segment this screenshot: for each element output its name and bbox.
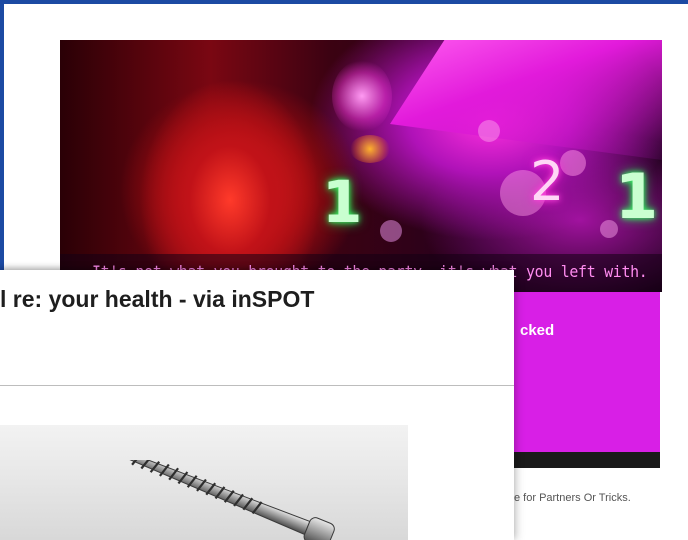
green-neon-sign: 1: [615, 160, 659, 233]
party-banner-image: 1 1 2 It's not what you brought to the p…: [60, 40, 662, 292]
bokeh-circle: [380, 220, 402, 242]
email-subject: l re: your health - via inSPOT: [0, 286, 315, 312]
bokeh-circle: [478, 120, 500, 142]
footer-text: e for Partners Or Tricks.: [514, 492, 631, 504]
sidebar-box-footer-strip: [514, 452, 660, 468]
screw-icon: [125, 460, 335, 540]
green-neon-sign: 1: [322, 168, 363, 236]
pink-light-panel: [390, 40, 662, 160]
pink-lamp-glow: [332, 60, 392, 132]
pink-neon-sign: 2: [530, 150, 565, 213]
email-card: l re: your health - via inSPOT: [0, 270, 514, 540]
orange-lamp-glow: [350, 135, 390, 163]
email-divider: [0, 385, 514, 386]
sidebar-box-text: cked: [520, 322, 555, 339]
magenta-sidebar-box: cked: [514, 292, 660, 452]
